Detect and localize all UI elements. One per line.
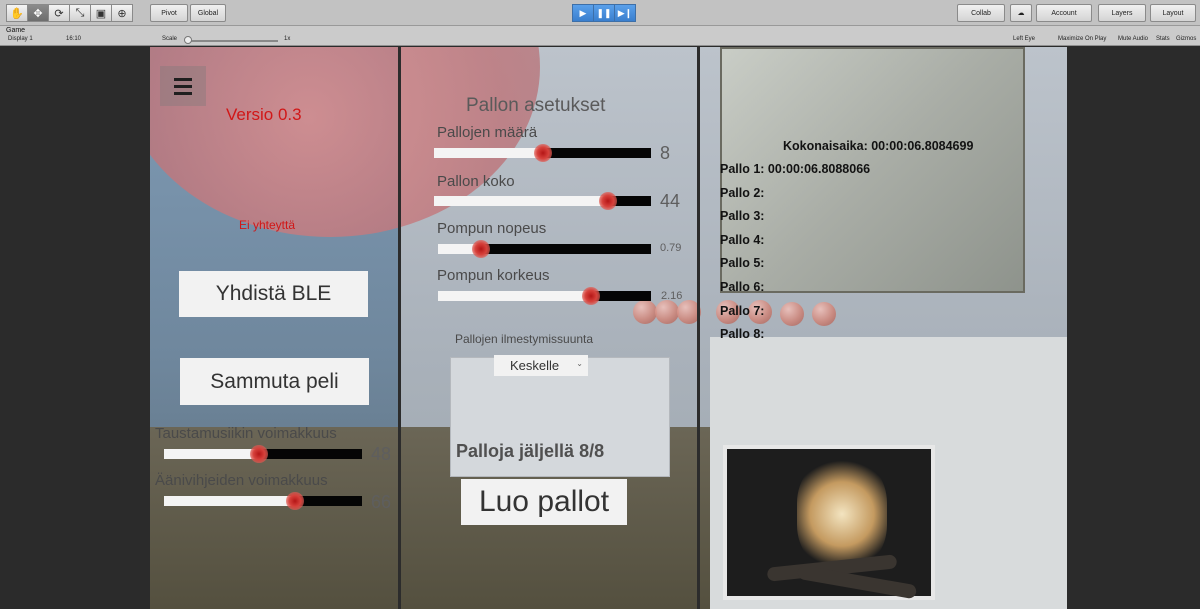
cloud-icon[interactable]: ☁	[1010, 4, 1032, 22]
transform-tool-icon[interactable]: ⊕	[111, 4, 133, 22]
letterbox-right	[1067, 47, 1200, 609]
scale-slider-handle[interactable]	[184, 36, 192, 44]
ball-count-slider[interactable]	[434, 144, 651, 162]
display-select[interactable]: Display 1	[8, 36, 33, 42]
slider-handle[interactable]	[250, 445, 269, 463]
connection-status: Ei yhteyttä	[239, 218, 296, 232]
bounce-height-value: 2.16	[661, 290, 683, 302]
collab-dropdown[interactable]: Collab	[957, 4, 1005, 22]
transform-tools: ✋ ✥ ⟳ ⤡ ▣ ⊕	[6, 4, 133, 22]
ball-timer: Pallo 4:	[720, 232, 765, 247]
spawn-direction-select[interactable]: Keskelle ⌄	[494, 355, 588, 376]
music-volume-slider[interactable]	[164, 445, 362, 463]
rect-tool-icon[interactable]: ▣	[90, 4, 112, 22]
chevron-down-icon: ⌄	[576, 359, 583, 368]
ball-size-value: 44	[660, 191, 681, 211]
scale-value: 1x	[284, 36, 291, 42]
glass-ball	[633, 300, 657, 324]
version-label: Versio 0.3	[226, 105, 302, 124]
hint-volume-slider[interactable]	[164, 492, 362, 510]
scale-tool-icon[interactable]: ⤡	[69, 4, 91, 22]
account-dropdown[interactable]: Account	[1036, 4, 1092, 22]
play-controls: ▶ ❚❚ ▶❙	[572, 4, 636, 22]
ball-timer: Pallo 5:	[720, 256, 765, 271]
move-tool-icon[interactable]: ✥	[27, 4, 49, 22]
balls-remaining: Palloja jäljellä 8/8	[456, 441, 605, 461]
connect-ble-button[interactable]: Yhdistä BLE	[179, 271, 368, 317]
bounce-height-label: Pompun korkeus	[437, 267, 550, 284]
global-toggle[interactable]: Global	[190, 4, 226, 22]
create-balls-button[interactable]: Luo pallot	[461, 479, 627, 525]
ball-size-label: Pallon koko	[437, 173, 515, 190]
panel-divider	[697, 47, 700, 609]
maximize-on-play-toggle[interactable]: Maximize On Play	[1058, 36, 1106, 42]
fire-glow	[797, 459, 887, 569]
stats-toggle[interactable]: Stats	[1156, 36, 1170, 42]
layers-dropdown[interactable]: Layers	[1098, 4, 1146, 22]
scale-label: Scale	[162, 36, 178, 42]
bounce-speed-slider[interactable]	[438, 240, 651, 258]
total-time: Kokonaisaika: 00:00:06.8084699	[783, 139, 974, 153]
gizmos-toggle[interactable]: Gizmos	[1176, 36, 1196, 42]
aspect-select[interactable]: 16:10	[66, 36, 81, 42]
scale-slider-track[interactable]	[188, 40, 278, 42]
game-tab[interactable]: Game	[6, 27, 25, 34]
play-icon[interactable]: ▶	[572, 4, 594, 22]
pause-icon[interactable]: ❚❚	[593, 4, 615, 22]
game-view-header: Game Display 1 16:10 Scale 1x Left Eye M…	[0, 26, 1200, 46]
slider-handle[interactable]	[471, 240, 490, 258]
layout-dropdown[interactable]: Layout	[1150, 4, 1196, 22]
ball-timer: Pallo 6:	[720, 279, 765, 294]
spawn-direction-value: Keskelle	[510, 358, 560, 373]
panel-divider	[398, 47, 401, 609]
hand-tool-icon[interactable]: ✋	[6, 4, 28, 22]
scene-fireplace	[723, 445, 935, 600]
ball-timer: Pallo 1: 00:00:06.8088066	[720, 162, 871, 176]
ball-timer: Pallo 8:	[720, 327, 765, 342]
slider-handle[interactable]	[285, 492, 304, 510]
letterbox-left	[0, 47, 150, 609]
hint-volume-value: 66	[371, 492, 392, 512]
bounce-height-slider[interactable]	[438, 287, 651, 305]
slider-handle[interactable]	[598, 192, 617, 210]
music-volume-label: Taustamusiikin voimakkuus	[155, 425, 337, 442]
glass-ball	[655, 300, 679, 324]
ball-settings-title: Pallon asetukset	[466, 95, 606, 116]
quit-game-button[interactable]: Sammuta peli	[180, 358, 369, 405]
rotate-tool-icon[interactable]: ⟳	[48, 4, 70, 22]
ball-timer-list: Pallo 1: 00:00:06.8088066 Pallo 2: Pallo…	[720, 162, 870, 351]
ball-timer: Pallo 7:	[720, 303, 765, 318]
hint-volume-label: Äänivihjeiden voimakkuus	[155, 472, 328, 489]
slider-handle[interactable]	[533, 144, 552, 162]
pivot-toggle[interactable]: Pivot	[150, 4, 188, 22]
bounce-speed-label: Pompun nopeus	[437, 220, 547, 237]
music-volume-value: 48	[371, 444, 392, 464]
mute-audio-toggle[interactable]: Mute Audio	[1118, 36, 1148, 42]
ball-size-slider[interactable]	[434, 192, 651, 210]
unity-editor-window: { "toolbar": { "pivot": "Pivot", "global…	[0, 0, 1200, 609]
step-icon[interactable]: ▶❙	[614, 4, 636, 22]
eye-select[interactable]: Left Eye	[1013, 36, 1035, 42]
ball-count-value: 8	[660, 143, 671, 163]
spawn-direction-label: Pallojen ilmestymissuunta	[455, 332, 594, 346]
unity-toolbar: ✋ ✥ ⟳ ⤡ ▣ ⊕ Pivot Global ▶ ❚❚ ▶❙ Collab …	[0, 0, 1200, 26]
ball-count-label: Pallojen määrä	[437, 124, 538, 141]
ball-timer: Pallo 3:	[720, 209, 765, 224]
menu-icon[interactable]	[160, 66, 206, 106]
ball-timer: Pallo 2:	[720, 185, 765, 200]
bounce-speed-value: 0.79	[660, 242, 682, 254]
